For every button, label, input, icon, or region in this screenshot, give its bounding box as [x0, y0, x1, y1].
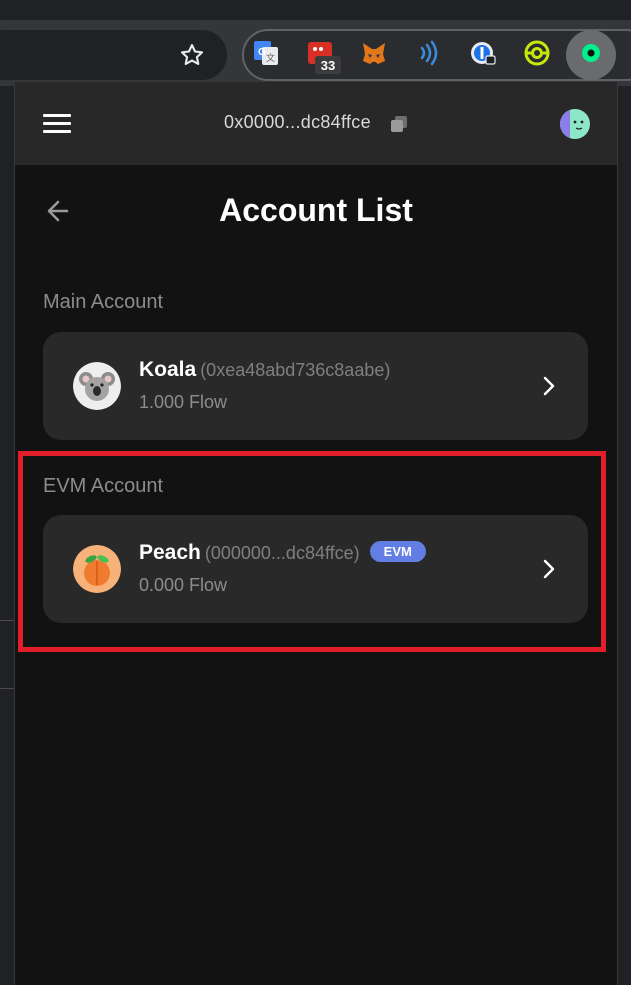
svg-text:文: 文 [266, 52, 275, 63]
bookmark-star-icon[interactable] [178, 41, 206, 69]
menu-icon[interactable] [43, 114, 71, 134]
svg-text:G: G [258, 47, 266, 58]
user-avatar[interactable] [560, 109, 590, 139]
google-translate-icon[interactable]: G 文 [252, 39, 280, 67]
account-card-koala[interactable]: Koala (0xea48abd736c8aabe) 1.000 Flow [43, 332, 588, 440]
account-name: Koala [139, 358, 197, 381]
evm-account-highlight-box [18, 451, 606, 652]
copy-icon[interactable] [390, 115, 408, 133]
password-manager-icon[interactable] [469, 39, 497, 67]
popup-header: 0x0000...dc84ffce [15, 82, 617, 165]
account-address: (0xea48abd736c8aabe) [200, 360, 391, 380]
account-balance: 1.000 Flow [139, 392, 228, 412]
page-title: Account List [219, 192, 413, 228]
account-name-row: Koala (0xea48abd736c8aabe) [139, 358, 390, 382]
browser-top-strip [0, 0, 631, 20]
koala-avatar [73, 362, 121, 410]
camera-extension-icon[interactable] [523, 39, 551, 67]
main-account-label: Main Account [43, 291, 164, 313]
metamask-fox-icon[interactable] [360, 39, 388, 67]
chevron-right-icon [543, 376, 555, 396]
nfc-extension-icon[interactable] [414, 39, 442, 67]
extension-badge-count: 33 [315, 56, 341, 74]
flow-wallet-icon[interactable] [577, 39, 605, 67]
header-address: 0x0000...dc84ffce [224, 112, 371, 132]
